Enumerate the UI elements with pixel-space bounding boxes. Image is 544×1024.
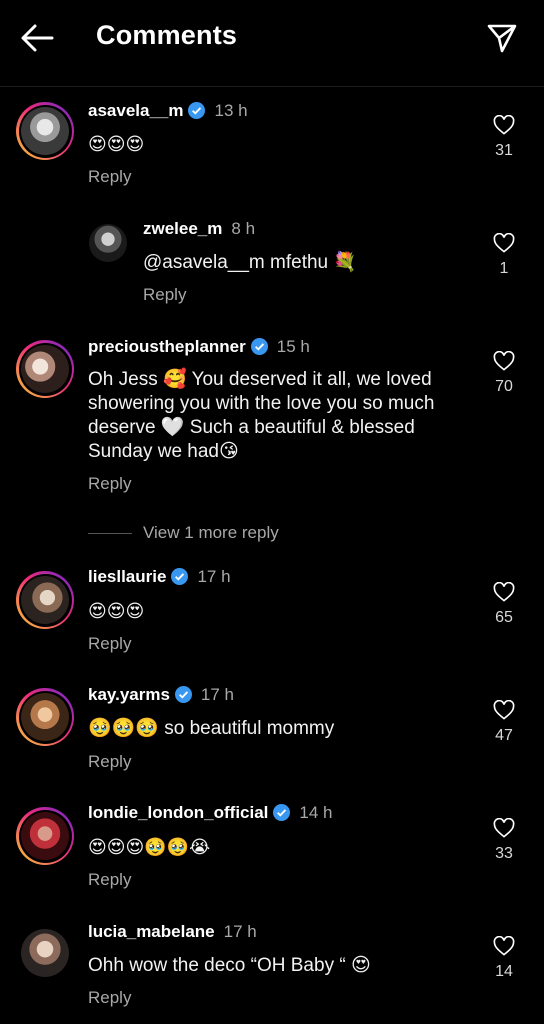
page-title: Comments: [96, 20, 238, 50]
comment-text: 😍😍😍: [88, 134, 145, 155]
like-count: 65: [495, 609, 513, 626]
comment-username[interactable]: liesllaurie: [88, 567, 166, 586]
comment-text: 😍😍😍🥹🥹😭: [88, 837, 211, 858]
avatar[interactable]: [16, 571, 74, 629]
verified-badge-icon: [273, 804, 291, 821]
like-count: 1: [499, 260, 509, 277]
heart-icon[interactable]: [493, 351, 515, 371]
reply-button[interactable]: Reply: [143, 285, 186, 305]
heart-icon[interactable]: [493, 582, 515, 602]
comment-time: 17 h: [223, 922, 257, 941]
comment-time: 17 h: [200, 685, 235, 704]
comment-username[interactable]: lucia_mabelane: [88, 922, 215, 941]
reply-button[interactable]: Reply: [88, 870, 131, 890]
reply-button[interactable]: Reply: [88, 634, 131, 654]
comment-username[interactable]: kay.yarms: [88, 685, 170, 704]
comment-text: 😍😍😍: [88, 601, 145, 622]
like-count: 33: [495, 845, 513, 862]
verified-badge-icon: [188, 102, 206, 119]
send-icon[interactable]: [486, 22, 518, 54]
header: Comments: [0, 0, 544, 76]
verified-badge-icon: [174, 686, 192, 703]
like-count: 70: [495, 378, 513, 395]
comment-time: 14 h: [299, 803, 333, 822]
header-divider: [0, 86, 544, 87]
reply-button[interactable]: Reply: [88, 474, 131, 494]
comment-time: 8 h: [231, 219, 256, 238]
reply-button[interactable]: Reply: [88, 752, 131, 772]
like-control: 14: [484, 936, 524, 981]
like-count: 47: [495, 727, 513, 744]
comment-time: 15 h: [276, 337, 310, 356]
like-control: 1: [484, 233, 524, 278]
avatar[interactable]: [16, 102, 74, 160]
heart-icon[interactable]: [493, 700, 515, 720]
reply-button[interactable]: Reply: [88, 167, 131, 187]
like-control: 65: [484, 582, 524, 627]
like-count: 31: [495, 142, 513, 159]
view-more-label[interactable]: View 1 more reply: [143, 523, 279, 543]
comment-text: Oh Jess 🥰 You deserved it all, we loved …: [88, 369, 435, 462]
comment-username[interactable]: precioustheplanner: [88, 337, 246, 356]
heart-icon[interactable]: [493, 115, 515, 135]
avatar[interactable]: [89, 224, 127, 262]
view-more-divider: [88, 533, 132, 534]
like-count: 14: [495, 963, 513, 980]
verified-badge-icon: [171, 568, 189, 585]
heart-icon[interactable]: [493, 233, 515, 253]
heart-icon[interactable]: [493, 818, 515, 838]
like-control: 47: [484, 700, 524, 745]
comment-text: Ohh wow the deco “OH Baby “ 😍: [88, 955, 371, 976]
comment-time: 17 h: [197, 567, 231, 586]
comment-username[interactable]: zwelee_m: [143, 219, 222, 238]
like-control: 33: [484, 818, 524, 863]
comment-username[interactable]: londie_london_official: [88, 803, 268, 822]
like-control: 31: [484, 115, 524, 160]
avatar[interactable]: [21, 929, 69, 977]
comment-username[interactable]: asavela__m: [88, 101, 183, 120]
verified-badge-icon: [250, 338, 268, 355]
comment-time: 13 h: [214, 101, 248, 120]
reply-button[interactable]: Reply: [88, 988, 131, 1008]
comment-text: 🥹🥹🥹 so beautiful mommy: [88, 718, 335, 739]
heart-icon[interactable]: [493, 936, 515, 956]
avatar[interactable]: [16, 807, 74, 865]
like-control: 70: [484, 351, 524, 396]
avatar[interactable]: [16, 340, 74, 398]
comment-text: @asavela__m mfethu 💐: [143, 252, 358, 273]
avatar[interactable]: [16, 688, 74, 746]
back-arrow-icon[interactable]: [20, 22, 54, 54]
